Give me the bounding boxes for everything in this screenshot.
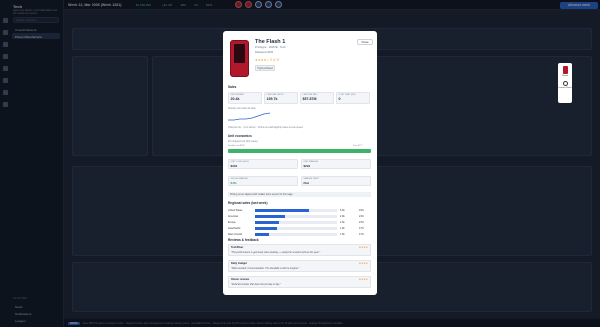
region-bar (255, 215, 337, 218)
product-released: Released 2006 (255, 51, 274, 54)
review-card: Daily Gadget ★★★★ "Well-rounded, if unrema… (228, 260, 371, 272)
channel-note: Channel mix · 3 on-carrier · Online & re… (228, 126, 303, 129)
phone-icon (562, 66, 568, 74)
region-value: 2.9k (340, 214, 345, 218)
cell-unit-cogs: UNIT COGS (EST) $304 (228, 159, 298, 169)
region-pct: 21% (359, 214, 364, 218)
bar-right-label: Price $777 (353, 145, 363, 147)
product-title: The Flash 1 (255, 39, 286, 45)
product-modal: The Flash 1 Prototype · 2MATE · Tech Rel… (223, 31, 377, 295)
bar-left-label: Variable cost $238 (228, 145, 245, 147)
region-row: Americas 2.9k 21% (228, 214, 371, 219)
region-pct: 19% (359, 208, 364, 212)
review-card: Owner reviews ★★★★ "Solid all-rounder that… (228, 276, 371, 288)
stat-lifetime-units: LIFETIME UNITS 199.7k (264, 92, 298, 104)
cell-margin-drift: MARGIN DRIFT Flat (301, 176, 371, 186)
region-value: 5.3k (340, 208, 345, 212)
review-stars: ★★★★ (358, 262, 368, 265)
review-quote: "Well-rounded, if unremarkable. The dura… (231, 266, 300, 270)
review-source: TechRiver (231, 246, 244, 249)
region-row: Europe 2.3k 21% (228, 220, 371, 225)
region-value: 2.3k (340, 220, 345, 224)
cell-unit-margin: UNIT MARGIN $291 (301, 159, 371, 169)
weekly-label: Weekly units (last 12 wks) (228, 107, 256, 110)
sales-heading: Sales (228, 85, 237, 89)
unit-heading: Unit economics (228, 134, 252, 138)
region-bar (255, 227, 337, 230)
cell-gross-margin: GROSS MARGIN 64% (228, 176, 298, 186)
review-card: TechRiver ★★★★ "The performance is genuine… (228, 244, 371, 256)
phone-image (230, 40, 249, 77)
review-stars: ★★★★ (358, 278, 368, 281)
margin-bar (228, 149, 371, 153)
region-name: Asia-Pacific (228, 226, 241, 230)
review-source: Daily Gadget (231, 262, 247, 265)
region-value: 1.5k (340, 232, 345, 236)
region-bar (255, 221, 337, 224)
review-source: Owner reviews (231, 278, 250, 281)
region-pct: 21% (359, 220, 364, 224)
close-button[interactable]: Close (357, 39, 373, 45)
sparkline (228, 112, 271, 121)
region-name: Americas (228, 214, 238, 218)
side-panel-item-1[interactable]: Phone (558, 75, 572, 77)
review-quote: "Solid all-rounder that does the job day… (231, 282, 281, 286)
product-maker: Prototype · 2MATE · Tech (255, 46, 286, 49)
region-name: Rest of world (228, 232, 242, 236)
review-quote: "The performance is genuinely class-lead… (231, 250, 321, 254)
region-value: 1.9k (340, 226, 345, 230)
region-pct: 17% (359, 232, 364, 236)
product-rating: ★★★★☆ 3.4 / 5 (255, 58, 280, 62)
rocket-icon (562, 81, 568, 86)
product-tag: Highest-Rated (255, 65, 276, 71)
stat-lifetime-rev: LIFETIME REV $57.87M (300, 92, 334, 104)
reviews-heading: Reviews & feedback (228, 238, 259, 242)
region-name: United States (228, 208, 243, 212)
region-bar (255, 209, 337, 212)
regional-heading: Regional sales (last week) (228, 201, 268, 205)
region-row: Asia-Pacific 1.9k 17% (228, 226, 371, 231)
stat-cost-paid: COST PAID (WK) 0 (336, 92, 370, 104)
review-stars: ★★★★ (358, 246, 368, 249)
region-name: Europe (228, 220, 236, 224)
region-bar (255, 233, 337, 236)
unit-sub: Per shipped unit (this week) (228, 140, 258, 143)
region-row: United States 5.3k 19% (228, 208, 371, 213)
region-row: Rest of world 1.5k 17% (228, 232, 371, 237)
region-pct: 17% (359, 226, 364, 230)
stat-units-week: UNITS/WEEK 20.4k (228, 92, 262, 104)
side-panel: Phone Launch Flash (558, 63, 572, 103)
pricing-note: Pricing never aligned with retailer pric… (228, 192, 371, 197)
side-panel-item-2[interactable]: Launch Flash (558, 87, 572, 89)
